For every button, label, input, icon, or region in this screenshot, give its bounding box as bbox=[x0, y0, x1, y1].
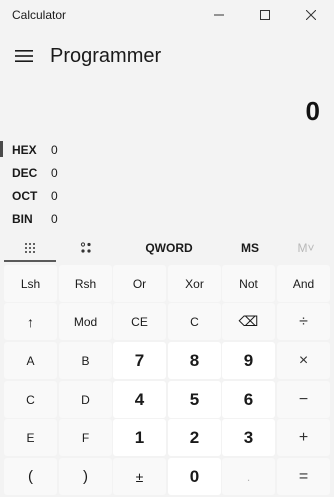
header: Programmer bbox=[0, 38, 334, 74]
hex-f-key[interactable]: F bbox=[59, 419, 112, 456]
word-size-button[interactable]: QWORD bbox=[136, 236, 202, 260]
memory-menu-button[interactable]: M˅ bbox=[280, 236, 332, 260]
window-controls bbox=[196, 0, 334, 30]
digit-0-key[interactable]: 0 bbox=[168, 458, 221, 495]
hex-b-key[interactable]: B bbox=[59, 342, 112, 379]
shift-up-key[interactable]: ↑ bbox=[4, 303, 57, 340]
radix-bin[interactable]: BIN 0 bbox=[0, 207, 200, 230]
close-paren-key[interactable]: ) bbox=[59, 458, 112, 495]
full-keypad-icon bbox=[25, 243, 35, 253]
full-keypad-button[interactable] bbox=[4, 236, 56, 260]
digit-8-key[interactable]: 8 bbox=[168, 342, 221, 379]
bit-toggle-icon bbox=[80, 242, 91, 253]
digit-2-key[interactable]: 2 bbox=[168, 419, 221, 456]
close-button[interactable] bbox=[288, 0, 334, 30]
clear-key[interactable]: C bbox=[168, 303, 221, 340]
add-key[interactable]: + bbox=[277, 419, 330, 456]
digit-7-key[interactable]: 7 bbox=[113, 342, 166, 379]
digit-6-key[interactable]: 6 bbox=[222, 381, 275, 418]
not-key[interactable]: Not bbox=[222, 265, 275, 302]
hamburger-icon bbox=[15, 50, 33, 62]
menu-button[interactable] bbox=[0, 38, 48, 74]
and-key[interactable]: And bbox=[277, 265, 330, 302]
radix-hex[interactable]: HEX 0 bbox=[0, 138, 200, 161]
minimize-icon bbox=[214, 14, 224, 16]
radix-label: HEX bbox=[12, 142, 37, 157]
subtract-key[interactable]: − bbox=[277, 381, 330, 418]
hex-e-key[interactable]: E bbox=[4, 419, 57, 456]
mode-title: Programmer bbox=[50, 44, 162, 67]
maximize-button[interactable] bbox=[242, 0, 288, 30]
maximize-icon bbox=[260, 10, 270, 20]
equals-key[interactable]: = bbox=[277, 458, 330, 495]
keypad: Lsh Rsh Or Xor Not And ↑ Mod CE C ⌫ ÷ A … bbox=[4, 265, 331, 497]
rsh-key[interactable]: Rsh bbox=[59, 265, 112, 302]
digit-1-key[interactable]: 1 bbox=[113, 419, 166, 456]
radix-value: 0 bbox=[51, 165, 58, 180]
multiply-key[interactable]: × bbox=[277, 342, 330, 379]
title-bar: Calculator bbox=[0, 0, 334, 30]
digit-3-key[interactable]: 3 bbox=[222, 419, 275, 456]
hex-a-key[interactable]: A bbox=[4, 342, 57, 379]
radix-value: 0 bbox=[51, 142, 58, 157]
hex-d-key[interactable]: D bbox=[59, 381, 112, 418]
hex-c-key[interactable]: C bbox=[4, 381, 57, 418]
radix-label: DEC bbox=[12, 165, 38, 180]
clear-entry-key[interactable]: CE bbox=[113, 303, 166, 340]
negate-key[interactable]: ± bbox=[113, 458, 166, 495]
open-paren-key[interactable]: ( bbox=[4, 458, 57, 495]
radix-value: 0 bbox=[51, 188, 58, 203]
radix-label: BIN bbox=[12, 211, 33, 226]
close-icon bbox=[306, 10, 316, 20]
radix-dec[interactable]: DEC 0 bbox=[0, 161, 200, 184]
digit-5-key[interactable]: 5 bbox=[168, 381, 221, 418]
radix-label: OCT bbox=[12, 188, 38, 203]
lsh-key[interactable]: Lsh bbox=[4, 265, 57, 302]
radix-value: 0 bbox=[51, 211, 58, 226]
digit-9-key[interactable]: 9 bbox=[222, 342, 275, 379]
or-key[interactable]: Or bbox=[113, 265, 166, 302]
result-display: 0 bbox=[305, 96, 320, 126]
mod-key[interactable]: Mod bbox=[59, 303, 112, 340]
programmer-toolbar: QWORD MS M˅ bbox=[0, 236, 334, 262]
app-title: Calculator bbox=[12, 8, 67, 22]
divide-key[interactable]: ÷ bbox=[277, 303, 330, 340]
xor-key[interactable]: Xor bbox=[168, 265, 221, 302]
minimize-button[interactable] bbox=[196, 0, 242, 30]
selected-tab-indicator bbox=[4, 260, 56, 262]
backspace-key[interactable]: ⌫ bbox=[222, 303, 275, 340]
radix-panel: HEX 0 DEC 0 OCT 0 BIN 0 bbox=[0, 138, 200, 230]
memory-store-button[interactable]: MS bbox=[224, 236, 276, 260]
digit-4-key[interactable]: 4 bbox=[113, 381, 166, 418]
bit-toggle-button[interactable] bbox=[60, 236, 112, 260]
decimal-key[interactable]: . bbox=[222, 458, 275, 495]
radix-oct[interactable]: OCT 0 bbox=[0, 184, 200, 207]
